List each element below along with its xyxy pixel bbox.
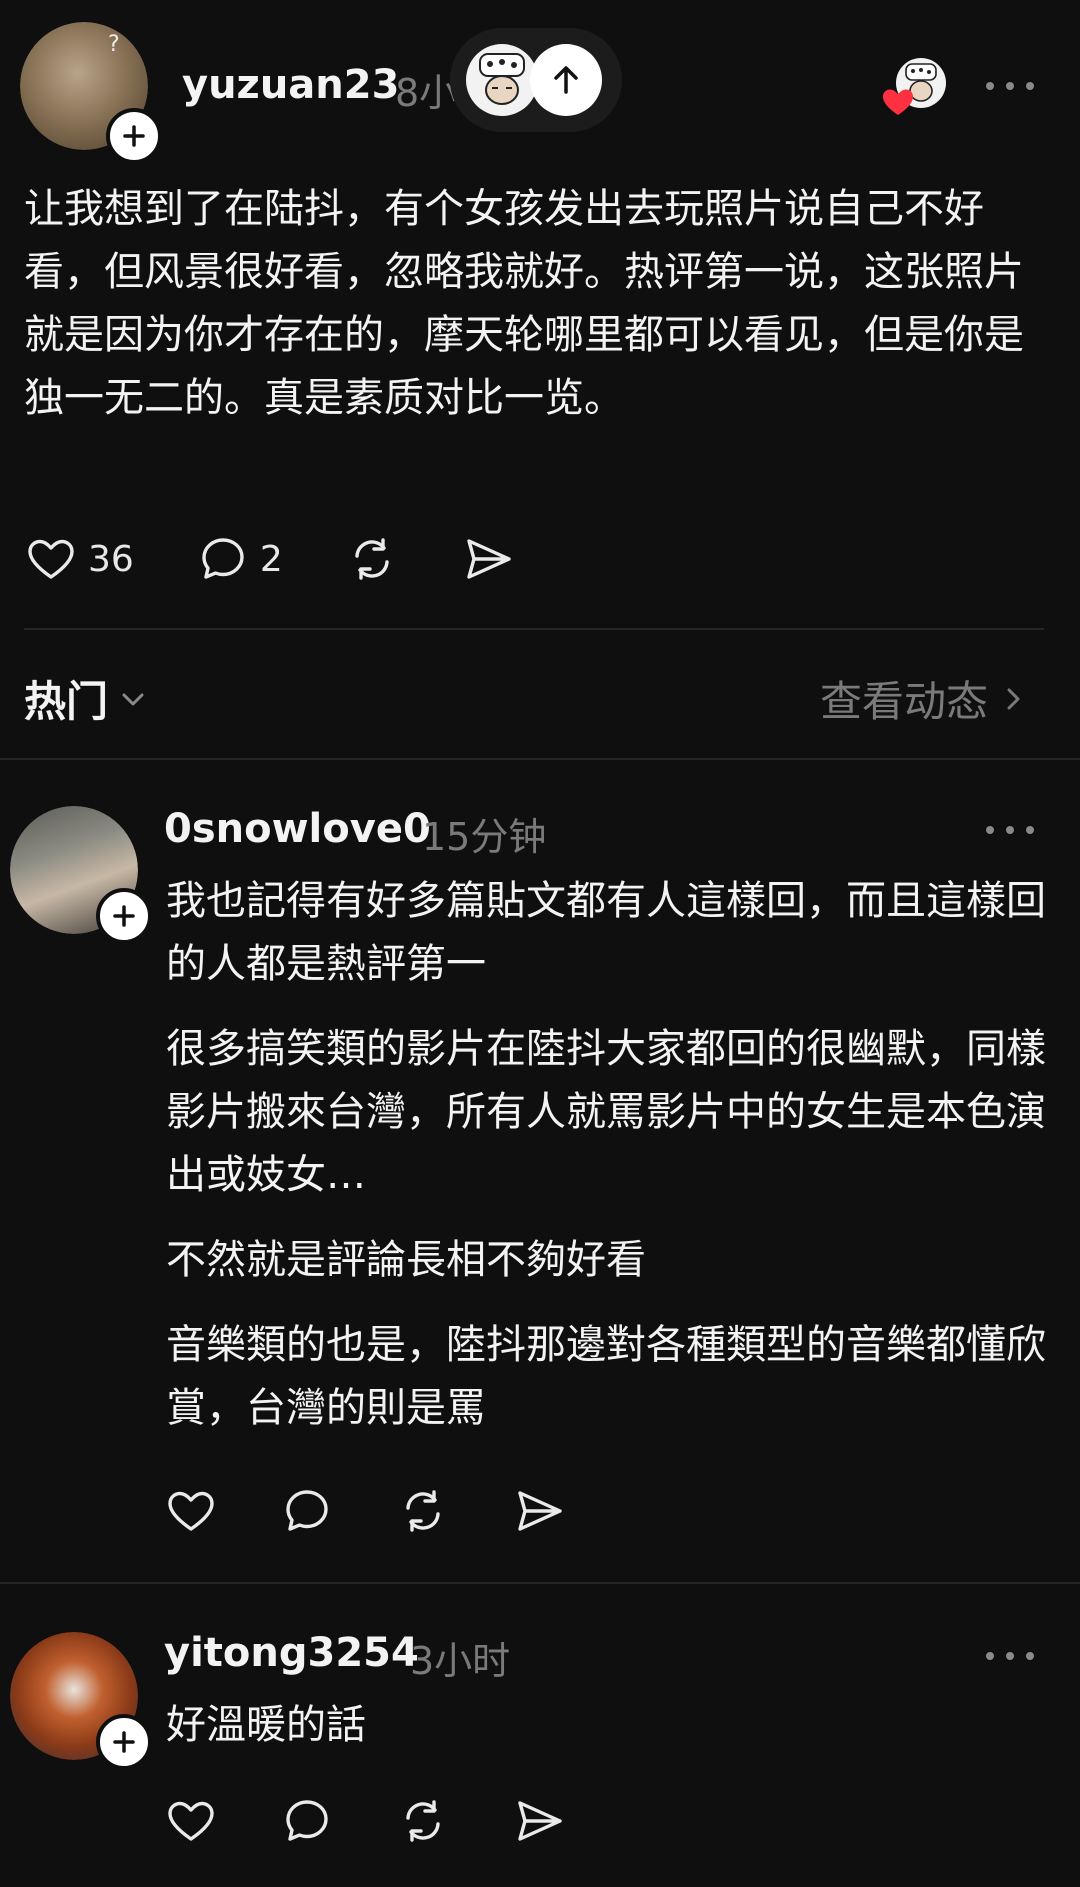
share-button[interactable] [512,1794,566,1848]
post-username[interactable]: yuzuan23 [182,62,399,108]
reply-more-button[interactable] [986,1646,1034,1666]
comment-button[interactable]: 2 [196,532,283,586]
post-text: 让我想到了在陆抖，有个女孩发出去玩照片说自己不好看，但风景很好看，忽略我就好。热… [24,186,1024,421]
reply-actions [164,1484,628,1538]
reply-more-button[interactable] [986,820,1034,840]
send-icon [518,1491,562,1531]
reply-username[interactable]: 0snowlove0 [164,806,431,852]
sort-label: 热门 [24,677,109,726]
chevron-down-icon [122,693,144,705]
scroll-to-top-button[interactable] [530,44,602,116]
view-activity-link[interactable]: 查看动态 [820,668,1028,729]
reply-time: 15分钟 [422,815,547,859]
reply-paragraph: 我也記得有好多篇貼文都有人這樣回，而且這樣回的人都是熱評第一 [166,878,1046,987]
repost-button[interactable] [345,532,399,586]
plus-icon [113,1731,135,1753]
comment-icon [202,538,244,579]
floating-avatar [466,44,538,116]
chevron-right-icon [1007,688,1020,709]
liked-heart-badge [880,84,916,120]
reply-paragraph: 音樂類的也是，陸抖那邊對各種類型的音樂都懂欣賞，台灣的則是罵 [166,1322,1046,1431]
heart-icon [168,1801,214,1841]
send-icon [518,1801,562,1841]
post-more-button[interactable] [986,76,1034,96]
heart-filled-icon [883,89,913,115]
reply-time: 3小时 [410,1639,511,1683]
share-button[interactable] [512,1484,566,1538]
send-icon [467,539,511,579]
repost-button[interactable] [396,1794,450,1848]
comment-icon [286,1490,328,1531]
reply-paragraph: 好溫暖的話 [166,1702,366,1748]
like-count: 36 [88,538,134,580]
sort-dropdown[interactable]: 热门 [24,668,148,729]
plus-icon [123,125,145,147]
reply-text: 好溫暖的話 [166,1694,1046,1779]
post-divider [24,628,1044,630]
reply-actions [164,1794,628,1848]
heart-icon [28,539,74,579]
post-actions: 36 2 [24,532,577,586]
reply-text: 我也記得有好多篇貼文都有人這樣回，而且這樣回的人都是熱評第一 很多搞笑類的影片在… [166,870,1046,1462]
like-button[interactable] [164,1484,218,1538]
repost-icon [406,1800,440,1842]
comment-icon [286,1800,328,1841]
reply-divider [0,1582,1080,1584]
share-button[interactable] [461,532,515,586]
arrow-up-icon [554,66,578,94]
reply-paragraph: 不然就是評論長相不夠好看 [166,1237,646,1283]
reply-paragraph: 很多搞笑類的影片在陸抖大家都回的很幽默，同樣影片搬來台灣，所有人就罵影片中的女生… [166,1026,1046,1198]
follow-plus-button[interactable] [96,888,152,944]
post-time: 8小 [395,71,458,115]
like-button[interactable]: 36 [24,532,134,586]
cartoon-face-icon [479,53,525,105]
view-activity-label: 查看动态 [819,677,988,726]
comment-button[interactable] [280,1484,334,1538]
repost-icon [406,1490,440,1532]
follow-plus-button[interactable] [96,1714,152,1770]
repost-icon [355,538,389,580]
repost-button[interactable] [396,1484,450,1538]
plus-icon [113,905,135,927]
follow-plus-button[interactable] [106,108,162,164]
comment-button[interactable] [280,1794,334,1848]
heart-icon [168,1491,214,1531]
section-divider [0,758,1080,760]
like-button[interactable] [164,1794,218,1848]
reply-username[interactable]: yitong3254 [164,1630,419,1676]
comment-count: 2 [259,538,283,580]
